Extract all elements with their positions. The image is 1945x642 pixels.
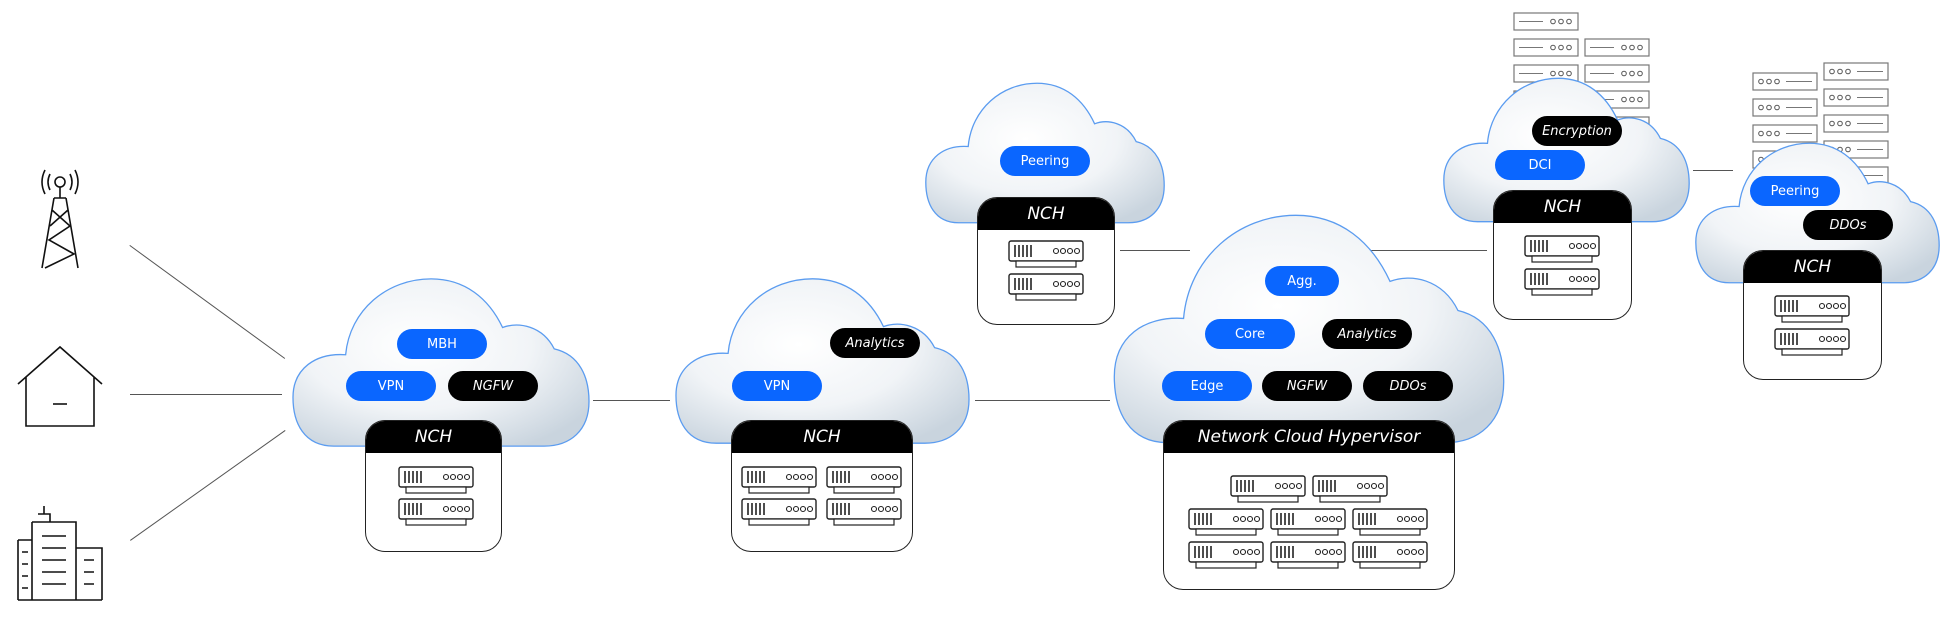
cell-tower-icon: [41, 169, 79, 269]
service-badge-ddos: DDOs: [1803, 210, 1893, 240]
rack-server-icon: [1823, 62, 1889, 81]
server-icon: [1774, 295, 1850, 323]
service-badge-mbh: MBH: [397, 329, 487, 359]
service-badge-vpn: VPN: [732, 371, 822, 401]
connection-line: [593, 400, 670, 401]
server-icon: [1524, 268, 1600, 296]
server-icon: [1270, 541, 1346, 569]
server-icon: [1312, 475, 1388, 503]
server-icon: [1774, 328, 1850, 356]
service-badge-analytics: Analytics: [830, 328, 920, 358]
connection-line: [975, 400, 1110, 401]
service-badge-ngfw: NGFW: [1262, 371, 1352, 401]
server-icon: [398, 498, 474, 526]
server-icon: [1008, 273, 1084, 301]
rack-server-icon: [1513, 38, 1579, 57]
rack-server-icon: [1823, 114, 1889, 133]
service-badge-analytics: Analytics: [1322, 319, 1412, 349]
nch-platform-title: NCH: [366, 421, 501, 453]
rack-server-icon: [1513, 12, 1579, 31]
service-badge-agg: Agg.: [1265, 266, 1339, 296]
server-icon: [1008, 240, 1084, 268]
office-building-icon: [17, 506, 103, 601]
service-badge-vpn: VPN: [346, 371, 436, 401]
service-badge-dci: DCI: [1495, 150, 1585, 180]
server-icon: [1352, 508, 1428, 536]
cloud-core: [1113, 210, 1505, 448]
service-badge-ngfw: NGFW: [448, 371, 538, 401]
server-icon: [1230, 475, 1306, 503]
nch-platform-title: NCH: [978, 198, 1114, 230]
nch-platform-title: NCH: [1494, 191, 1631, 223]
server-icon: [1524, 235, 1600, 263]
service-badge-edge: Edge: [1162, 371, 1252, 401]
service-badge-peering: Peering: [1000, 146, 1090, 176]
server-icon: [741, 498, 817, 526]
service-badge-peering: Peering: [1750, 176, 1840, 206]
server-icon: [826, 498, 902, 526]
nch-platform-title: NCH: [732, 421, 912, 453]
rack-server-icon: [1823, 88, 1889, 107]
rack-server-icon: [1584, 38, 1650, 57]
service-badge-encryption: Encryption: [1532, 116, 1622, 146]
rack-server-icon: [1752, 72, 1818, 91]
server-icon: [1188, 541, 1264, 569]
nch-platform-title: NCH: [1744, 251, 1881, 283]
server-icon: [1270, 508, 1346, 536]
house-icon: [17, 345, 103, 427]
server-icon: [741, 466, 817, 494]
connection-line: [130, 394, 282, 395]
service-badge-ddos: DDOs: [1363, 371, 1453, 401]
nch-platform-title: Network Cloud Hypervisor: [1164, 421, 1454, 453]
server-icon: [398, 466, 474, 494]
connection-line: [130, 430, 286, 541]
connection-line: [129, 245, 285, 359]
server-icon: [1352, 541, 1428, 569]
server-icon: [826, 466, 902, 494]
server-icon: [1188, 508, 1264, 536]
service-badge-core: Core: [1205, 319, 1295, 349]
rack-server-icon: [1752, 98, 1818, 117]
